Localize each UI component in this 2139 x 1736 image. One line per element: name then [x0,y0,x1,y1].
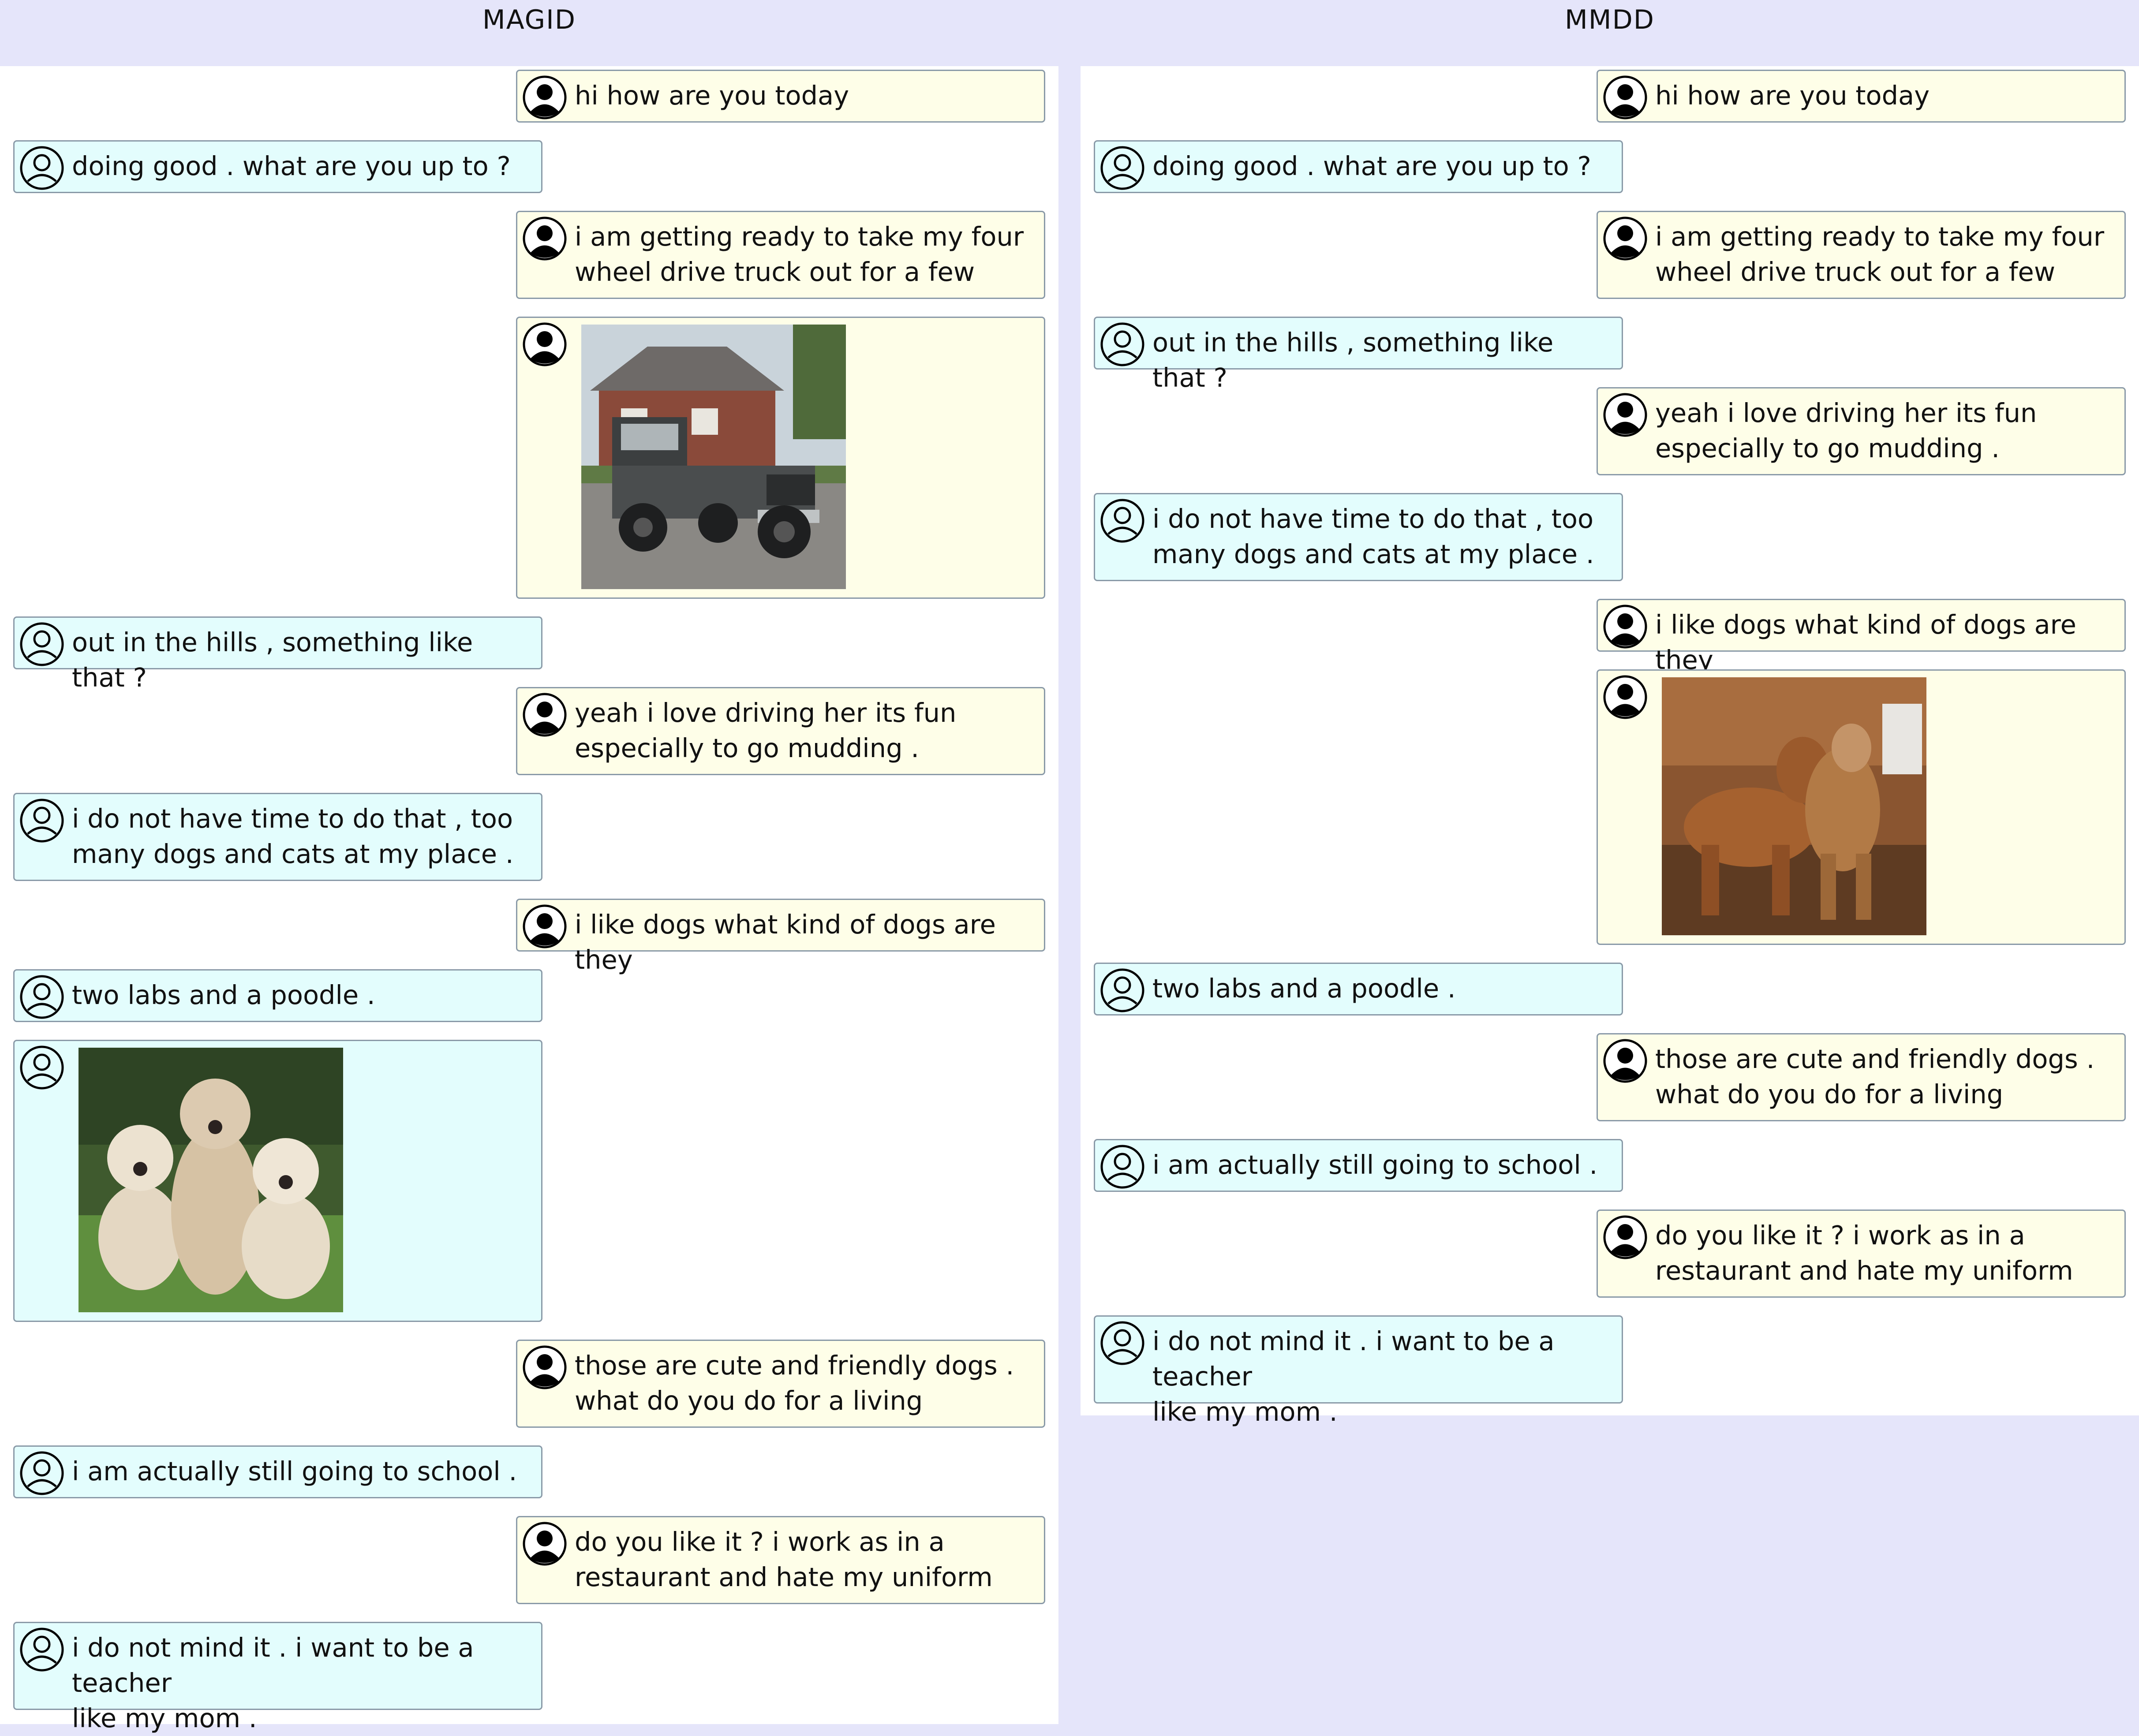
message-text: doing good . what are you up to ? [1152,151,1591,181]
filled-person-icon [523,75,567,119]
message-text: two labs and a poodle . [72,980,375,1010]
filled-person-icon [523,1522,567,1566]
filled-person-icon [1603,1215,1647,1259]
message-text: yeah i love driving her its fun especial… [575,698,957,763]
outline-person-icon [1100,1321,1144,1365]
message-bubble: two labs and a poodle . [1094,963,1623,1015]
filled-person-icon [523,693,567,737]
truck-photo [581,325,846,589]
column-title: MMDD [1565,4,1655,35]
outline-person-icon [1100,1145,1144,1189]
filled-person-icon [523,904,567,948]
message-bubble: those are cute and friendly dogs . what … [1597,1033,2126,1121]
message-bubble: i like dogs what kind of dogs are they [1597,599,2126,675]
outline-person-icon [20,622,64,666]
message-text: out in the hills , something like that ? [72,627,473,693]
message-text: out in the hills , something like that ? [1152,327,1554,393]
message-bubble: doing good . what are you up to ? [13,140,542,193]
message-text: i do not have time to do that , too many… [1152,504,1594,569]
mmdd-column: MMDD hi how are you today doing good . w… [1081,0,2139,1724]
message-text: i do not mind it . i want to be a teache… [72,1632,474,1733]
outline-person-icon [20,1628,64,1672]
poodles-photo [79,1048,343,1312]
message-text: doing good . what are you up to ? [72,151,511,181]
message-bubble: i do not have time to do that , too many… [13,793,542,881]
outline-person-icon [1100,146,1144,190]
message-bubble: out in the hills , something like that ? [13,616,542,693]
outline-person-icon [1100,968,1144,1012]
message-bubble: those are cute and friendly dogs . what … [516,1340,1045,1428]
message-text: do you like it ? i work as in a restaura… [575,1527,993,1592]
message-text: i am actually still going to school . [72,1456,517,1486]
outline-person-icon [1100,322,1144,366]
message-bubble: do you like it ? i work as in a restaura… [516,1516,1045,1604]
outline-person-icon [20,146,64,190]
conversation-panel: hi how are you today doing good . what a… [1081,66,2139,1427]
outline-person-icon [20,975,64,1019]
message-bubble: i do not mind it . i want to be a teache… [13,1622,542,1733]
filled-person-icon [1603,75,1647,119]
message-text: i do not have time to do that , too many… [72,803,514,869]
message-text: yeah i love driving her its fun especial… [1655,398,2037,463]
conversation-panel: hi how are you today doing good . what a… [0,66,1058,1733]
filled-person-icon [523,322,567,366]
message-bubble: yeah i love driving her its fun especial… [516,687,1045,775]
message-text: i am getting ready to take my four wheel… [575,221,1024,287]
message-text: i am getting ready to take my four wheel… [1655,221,2105,287]
filled-person-icon [1603,675,1647,719]
message-text: hi how are you today [575,80,849,111]
outline-person-icon [20,799,64,843]
outline-person-icon [20,1451,64,1495]
message-text: i do not mind it . i want to be a teache… [1152,1326,1555,1427]
message-bubble: i do not have time to do that , too many… [1094,493,1623,581]
message-bubble: out in the hills , something like that ? [1094,317,1623,393]
message-bubble: i am getting ready to take my four wheel… [516,211,1045,299]
image-message-bubble [1597,669,2126,945]
outline-person-icon [1100,499,1144,543]
magid-column: MAGID hi how are you today doing good . … [0,0,1058,1733]
outline-person-icon [20,1045,64,1090]
message-text: do you like it ? i work as in a restaura… [1655,1220,2073,1286]
image-message-bubble [516,317,1045,599]
filled-person-icon [1603,1039,1647,1083]
dogs-playing-photo [1662,677,1926,935]
column-title: MAGID [482,4,576,35]
message-bubble: yeah i love driving her its fun especial… [1597,387,2126,475]
filled-person-icon [523,217,567,261]
image-message-bubble [13,1040,542,1322]
filled-person-icon [523,1345,567,1389]
message-bubble: doing good . what are you up to ? [1094,140,1623,193]
message-bubble: hi how are you today [516,70,1045,123]
message-bubble: hi how are you today [1597,70,2126,123]
message-text: hi how are you today [1655,80,1930,111]
message-text: two labs and a poodle . [1152,973,1456,1004]
message-text: i like dogs what kind of dogs are they [1655,609,2076,675]
message-text: i am actually still going to school . [1152,1150,1598,1180]
message-text: i like dogs what kind of dogs are they [575,909,996,975]
filled-person-icon [1603,393,1647,437]
filled-person-icon [1603,605,1647,649]
message-bubble: two labs and a poodle . [13,969,542,1022]
message-bubble: do you like it ? i work as in a restaura… [1597,1210,2126,1298]
message-bubble: i am getting ready to take my four wheel… [1597,211,2126,299]
message-bubble: i do not mind it . i want to be a teache… [1094,1315,1623,1427]
message-text: those are cute and friendly dogs . what … [575,1350,1014,1416]
message-text: those are cute and friendly dogs . what … [1655,1044,2095,1109]
message-bubble: i am actually still going to school . [13,1445,542,1498]
filled-person-icon [1603,217,1647,261]
message-bubble: i am actually still going to school . [1094,1139,1623,1192]
message-bubble: i like dogs what kind of dogs are they [516,899,1045,975]
